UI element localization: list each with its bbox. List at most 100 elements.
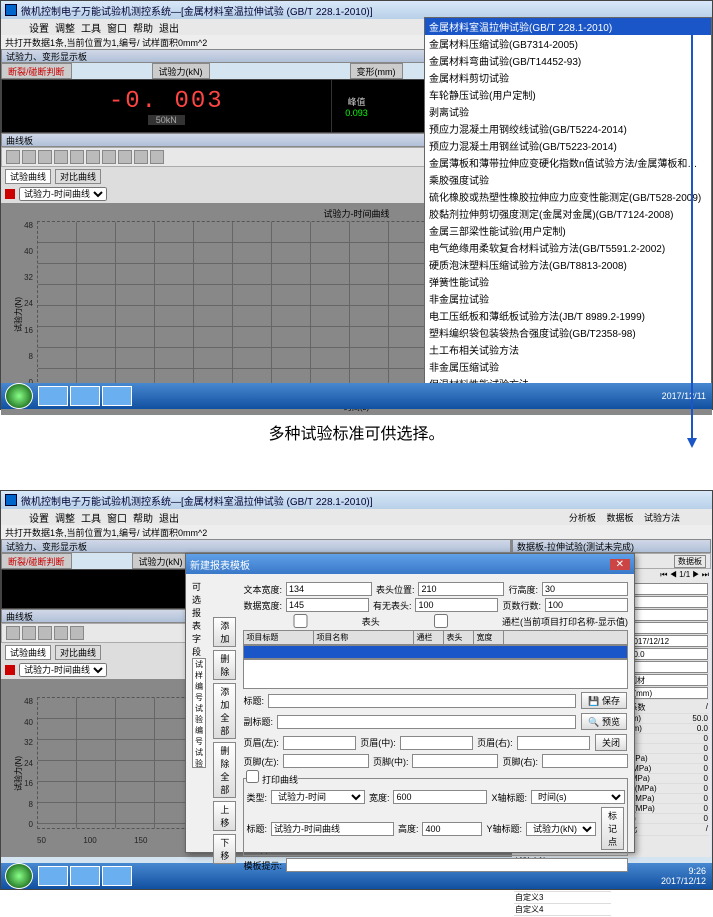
tool-icon[interactable] bbox=[150, 150, 164, 164]
tool-icon[interactable] bbox=[54, 150, 68, 164]
standard-dropdown-panel[interactable]: 金属材料室温拉伸试验(GB/T 228.1-2010)金属材料压缩试验(GB73… bbox=[424, 17, 712, 393]
header-checkbox[interactable] bbox=[243, 614, 357, 628]
title-input[interactable] bbox=[268, 694, 576, 708]
nav-first-icon[interactable]: ⏮ bbox=[660, 570, 667, 579]
delete-all-button[interactable]: 删除全部 bbox=[213, 742, 236, 798]
menu-bar[interactable]: 设置 调整 工具 窗口 帮助 退出 分析板 数据板 试验方法 bbox=[1, 509, 712, 525]
move-up-button[interactable]: 上移 bbox=[213, 801, 236, 831]
data-field-input[interactable] bbox=[628, 661, 708, 673]
tool-icon[interactable] bbox=[38, 150, 52, 164]
tab-test-curve[interactable]: 试验曲线 bbox=[5, 169, 51, 184]
standard-option[interactable]: 剥离试验 bbox=[425, 103, 711, 120]
standard-option[interactable]: 胶黏剂拉伸剪切强度测定(金属对金属)(GB/T7124-2008) bbox=[425, 205, 711, 222]
data-field-input[interactable] bbox=[628, 583, 708, 595]
data-field-input[interactable] bbox=[628, 674, 708, 686]
menu-help[interactable]: 帮助 bbox=[133, 20, 153, 35]
tool-icon[interactable] bbox=[22, 150, 36, 164]
curve-type-select[interactable]: 试验力-时间曲线 bbox=[19, 663, 107, 677]
curve-type-select[interactable]: 试验力-时间 bbox=[271, 790, 365, 804]
field-option[interactable]: 试验日期 bbox=[193, 747, 205, 768]
menu-exit[interactable]: 退出 bbox=[159, 510, 179, 525]
mark-point-button[interactable]: 标记点 bbox=[601, 807, 624, 850]
tab-analysis[interactable]: 分析板 bbox=[569, 513, 596, 523]
menu-adjust[interactable]: 调整 bbox=[55, 20, 75, 35]
menu-tools[interactable]: 工具 bbox=[81, 20, 101, 35]
system-tray[interactable]: 9:26 2017/12/12 bbox=[655, 866, 712, 886]
tool-icon[interactable] bbox=[134, 150, 148, 164]
menu-settings[interactable]: 设置 bbox=[29, 510, 49, 525]
start-button[interactable] bbox=[5, 383, 33, 409]
data-field-input[interactable] bbox=[628, 609, 708, 621]
standard-option[interactable]: 电工压纸板和薄纸板试验方法(JB/T 8989.2-1999) bbox=[425, 307, 711, 324]
tool-icon[interactable] bbox=[6, 150, 20, 164]
tool-icon[interactable] bbox=[118, 150, 132, 164]
add-all-button[interactable]: 添加全部 bbox=[213, 683, 236, 739]
menu-adjust[interactable]: 调整 bbox=[55, 510, 75, 525]
footer-right-input[interactable] bbox=[542, 754, 628, 768]
tool-icon[interactable] bbox=[102, 150, 116, 164]
break-tab[interactable]: 断裂/碰断判断 bbox=[1, 553, 72, 569]
standard-option[interactable]: 金属材料室温拉伸试验(GB/T 228.1-2010) bbox=[425, 18, 711, 35]
preview-button[interactable]: 🔍 预览 bbox=[581, 713, 627, 730]
standard-option[interactable]: 金属三部梁性能试验(用户定制) bbox=[425, 222, 711, 239]
data-field-input[interactable] bbox=[628, 596, 708, 608]
curve-type-select[interactable]: 试验力-时间曲线 bbox=[19, 187, 107, 201]
menu-tools[interactable]: 工具 bbox=[81, 510, 101, 525]
curve-height-input[interactable] bbox=[422, 822, 482, 836]
data-field-input[interactable] bbox=[628, 648, 708, 660]
dialog-titlebar[interactable]: 新建报表模板 ✕ bbox=[186, 554, 634, 574]
data-width-input[interactable] bbox=[286, 598, 369, 612]
menu-settings[interactable]: 设置 bbox=[29, 20, 49, 35]
taskbar-explorer-icon[interactable] bbox=[70, 866, 100, 886]
taskbar-app-icon[interactable] bbox=[102, 866, 132, 886]
break-tab[interactable]: 断裂/碰断判断 bbox=[1, 63, 72, 79]
tool-icon[interactable] bbox=[54, 626, 68, 640]
field-option[interactable]: 试验编号 bbox=[193, 703, 205, 747]
table-pos-input[interactable] bbox=[418, 582, 504, 596]
footer-center-input[interactable] bbox=[412, 754, 498, 768]
nav-next-icon[interactable]: ▶ bbox=[692, 570, 699, 579]
yaxis-select[interactable]: 试验力(kN) bbox=[526, 822, 596, 836]
standard-option[interactable]: 预应力混凝土用钢丝试验(GB/T5223-2014) bbox=[425, 137, 711, 154]
tool-icon[interactable] bbox=[38, 626, 52, 640]
move-down-button[interactable]: 下移 bbox=[213, 834, 236, 864]
header-right-input[interactable] bbox=[517, 736, 590, 750]
nav-prev-icon[interactable]: ◀ bbox=[670, 570, 677, 579]
tool-icon[interactable] bbox=[70, 150, 84, 164]
data-field-input[interactable] bbox=[628, 622, 708, 634]
curve-width-input[interactable] bbox=[393, 790, 487, 804]
data-panel-tab-label[interactable]: 数据板 bbox=[674, 555, 706, 568]
tab-data[interactable]: 数据板 bbox=[606, 513, 633, 523]
menu-help[interactable]: 帮助 bbox=[133, 510, 153, 525]
tab-compare-curve[interactable]: 对比曲线 bbox=[55, 645, 101, 660]
footer-left-input[interactable] bbox=[283, 754, 369, 768]
standard-option[interactable]: 金属材料压缩试验(GB7314-2005) bbox=[425, 35, 711, 52]
save-button[interactable]: 💾 保存 bbox=[581, 692, 627, 709]
page-row-input[interactable] bbox=[545, 598, 628, 612]
tab-method[interactable]: 试验方法 bbox=[644, 513, 680, 523]
menu-window[interactable]: 窗口 bbox=[107, 20, 127, 35]
close-button[interactable]: 关闭 bbox=[595, 734, 627, 751]
tool-icon[interactable] bbox=[6, 626, 20, 640]
close-icon[interactable]: ✕ bbox=[610, 559, 630, 570]
menu-exit[interactable]: 退出 bbox=[159, 20, 179, 35]
menu-window[interactable]: 窗口 bbox=[107, 510, 127, 525]
available-fields-list[interactable]: 试样编号试验编号试验日期试验室试件尺寸试件厚度试件宽度比例系数备注 bbox=[192, 658, 206, 768]
header-center-input[interactable] bbox=[400, 736, 473, 750]
standard-option[interactable]: 非金属拉试验 bbox=[425, 290, 711, 307]
tool-icon[interactable] bbox=[86, 150, 100, 164]
taskbar-ie-icon[interactable] bbox=[38, 866, 68, 886]
print-curve-checkbox[interactable] bbox=[246, 770, 259, 783]
data-field-input[interactable] bbox=[628, 635, 708, 647]
tab-compare-curve[interactable]: 对比曲线 bbox=[55, 169, 101, 184]
header-gap-input[interactable] bbox=[415, 598, 498, 612]
standard-option[interactable]: 电气绝缘用柔软复合材料试验方法(GB/T5591.2-2002) bbox=[425, 239, 711, 256]
standard-option[interactable]: 车轮静压试验(用户定制) bbox=[425, 86, 711, 103]
row-height-input[interactable] bbox=[542, 582, 628, 596]
nav-last-icon[interactable]: ⏭ bbox=[702, 570, 709, 579]
standard-option[interactable]: 弹簧性能试验 bbox=[425, 273, 711, 290]
data-field-input[interactable] bbox=[628, 687, 708, 699]
standard-option[interactable]: 硬质泡沫塑料压缩试验方法(GB/T8813-2008) bbox=[425, 256, 711, 273]
subtitle-input[interactable] bbox=[277, 715, 576, 729]
standard-option[interactable]: 硫化橡胶或热塑性橡胶拉伸应力应变性能测定(GB/T528-2009) bbox=[425, 188, 711, 205]
